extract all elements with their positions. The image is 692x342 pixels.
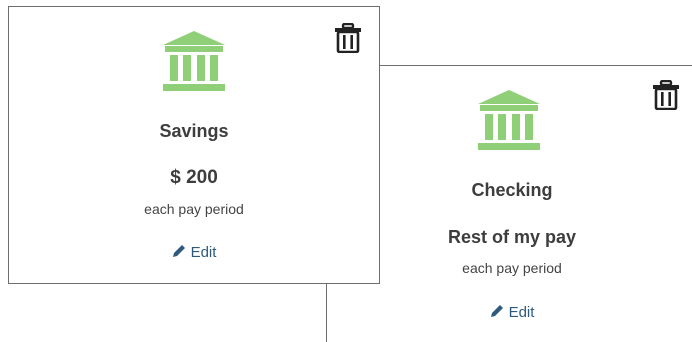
- savings-card: Savings $ 200 each pay period Edit: [8, 6, 380, 284]
- edit-link[interactable]: Edit: [327, 304, 692, 321]
- deposit-amount: Rest of my pay: [447, 227, 577, 247]
- deposit-frequency: each pay period: [144, 201, 244, 217]
- trash-icon[interactable]: [334, 23, 362, 53]
- edit-label: Edit: [508, 304, 535, 321]
- account-name: Checking: [471, 180, 553, 200]
- bank-icon: [478, 90, 540, 150]
- bank-icon: [163, 31, 225, 91]
- account-name: Savings: [159, 121, 229, 141]
- pencil-icon: [172, 245, 185, 257]
- pencil-icon: [490, 305, 503, 317]
- deposit-frequency: each pay period: [462, 260, 562, 276]
- trash-icon[interactable]: [652, 80, 680, 110]
- edit-link[interactable]: Edit: [9, 244, 379, 261]
- checking-card: Checking Rest of my pay each pay period …: [327, 66, 692, 342]
- deposit-amount: $ 200: [170, 167, 218, 188]
- edit-label: Edit: [190, 244, 217, 261]
